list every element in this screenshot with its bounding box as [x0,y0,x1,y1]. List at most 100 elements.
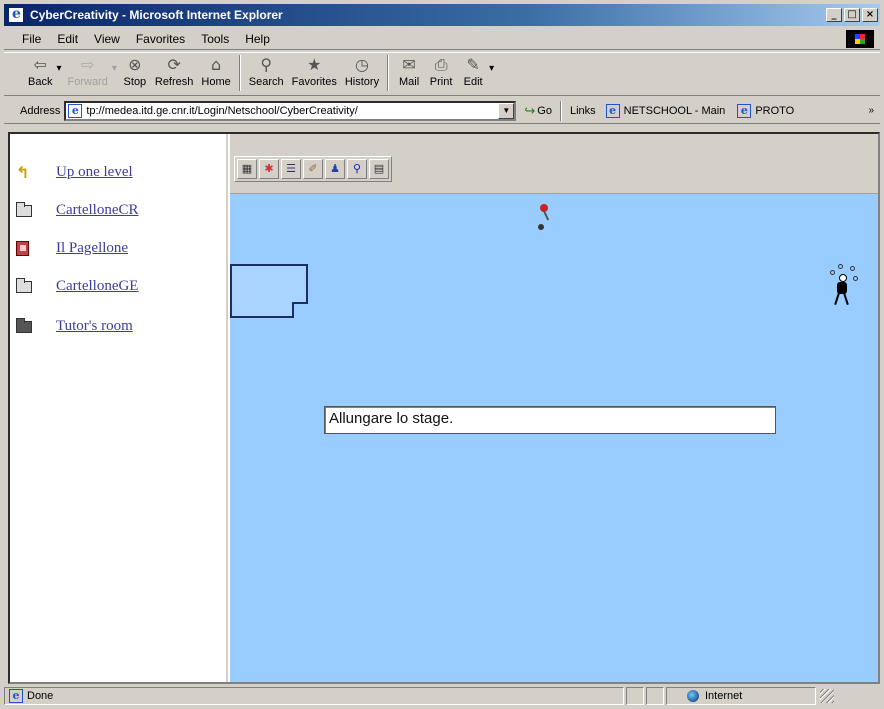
address-url[interactable]: tp://medea.itd.ge.cnr.it/Login/Netschool… [86,105,498,117]
toolbar-separator [238,55,241,91]
nav-link[interactable]: CartelloneGE [56,278,138,295]
maximize-button[interactable]: □ [844,8,860,22]
folder-dark-icon [16,317,34,335]
refresh-button[interactable]: ⟳ Refresh [155,53,194,88]
address-input[interactable]: e tp://medea.itd.ge.cnr.it/Login/Netscho… [64,100,517,121]
link-netschool-main[interactable]: e NETSCHOOL - Main [604,103,726,118]
favorites-label: Favorites [291,76,337,88]
close-button[interactable]: × [862,8,878,22]
nav-item-cartellonecr[interactable]: CartelloneCR [16,201,139,219]
document-icon[interactable]: ▤ [369,159,389,179]
search-label: Search [248,76,284,88]
print-label: Print [429,76,453,88]
status-bar: e Done Internet [4,686,880,706]
print-icon: ⎙ [434,55,448,74]
forward-button[interactable]: ⇨ Forward [68,53,108,88]
ie-logo-icon [8,6,24,23]
link-label: PROTO [755,104,795,117]
links-separator [559,100,562,121]
nav-link[interactable]: Tutor's room [56,318,133,335]
people-icon[interactable]: ♟ [325,159,345,179]
zone-label: Internet [705,690,743,702]
back-button[interactable]: ⇦ Back [28,53,52,88]
toolbar-separator [387,55,390,91]
stop-label: Stop [123,76,147,88]
home-button[interactable]: ⌂ Home [201,53,230,88]
table-icon[interactable]: ▦ [237,159,257,179]
globe-icon [687,690,699,702]
edit-icon: ✎ [466,55,480,74]
edit-button[interactable]: ✎ Edit [461,53,485,88]
print-button[interactable]: ⎙ Print [429,53,453,88]
forward-label: Forward [67,76,108,88]
search-button[interactable]: ⚲ Search [249,53,284,88]
note-fold [292,302,308,318]
sticky-note-icon[interactable] [230,264,308,318]
status-text: Done [27,690,54,702]
juggler-icon[interactable] [826,262,860,312]
page-icon: e [68,103,83,118]
refresh-icon: ⟳ [167,55,181,74]
search-icon: ⚲ [260,55,273,74]
stop-icon: ⊗ [128,55,142,74]
nav-item-tutors-room[interactable]: Tutor's room [16,317,133,335]
links-overflow-icon[interactable]: » [868,105,874,116]
mail-button[interactable]: ✉ Mail [397,53,421,88]
favorites-icon: ★ [307,55,322,74]
menu-file[interactable]: File [14,32,49,46]
minimize-button[interactable]: _ [826,8,842,22]
address-label: Address [20,104,61,117]
favorites-button[interactable]: ★ Favorites [292,53,337,88]
page-icon: e [9,689,23,703]
link-label: NETSCHOOL - Main [623,104,726,117]
nav-link[interactable]: Up one level [56,164,133,181]
forward-dropdown[interactable]: ▾ [112,53,117,74]
menu-bar: File Edit View Favorites Tools Help [4,28,880,50]
paint-icon[interactable]: ✱ [259,159,279,179]
list-icon[interactable]: ☰ [281,159,301,179]
security-zone-panel: Internet [666,687,816,705]
back-dropdown[interactable]: ▾ [56,53,61,74]
home-icon: ⌂ [211,55,222,74]
forward-arrow-icon: ⇨ [80,55,95,74]
edit-dropdown[interactable]: ▾ [489,53,494,74]
page-icon: e [737,103,752,118]
edit-label: Edit [463,76,483,88]
status-panel [646,687,664,705]
navigation-frame: ↰ Up one level CartelloneCR Il Pagellone… [10,134,228,682]
links-label[interactable]: Links [570,105,596,117]
nav-item-cartellonege[interactable]: CartelloneGE [16,277,138,295]
pushpin-icon[interactable] [536,204,550,232]
status-text-panel: e Done [4,687,624,705]
menu-favorites[interactable]: Favorites [128,32,193,46]
folder-icon [16,201,34,219]
history-icon: ◷ [354,55,369,74]
menu-edit[interactable]: Edit [49,32,86,46]
address-dropdown-button[interactable]: ▼ [498,102,515,119]
menu-help[interactable]: Help [237,32,278,46]
title-bar[interactable]: CyberCreativity - Microsoft Internet Exp… [4,4,880,26]
window-title: CyberCreativity - Microsoft Internet Exp… [30,8,283,22]
up-arrow-icon: ↰ [16,162,30,182]
nav-item-il-pagellone[interactable]: Il Pagellone [16,240,128,257]
window-controls: _ □ × [826,8,878,22]
home-label: Home [201,76,231,88]
nav-link[interactable]: Il Pagellone [56,240,128,257]
go-button[interactable]: ↪ Go [524,103,552,119]
refresh-label: Refresh [154,76,194,88]
book-icon [16,240,34,257]
history-button[interactable]: ◷ History [345,53,379,88]
menu-tools[interactable]: Tools [193,32,237,46]
nav-item-up-one-level[interactable]: ↰ Up one level [16,164,133,181]
magnifier-icon[interactable]: ⚲ [347,159,367,179]
resize-grip[interactable] [820,689,834,703]
stop-button[interactable]: ⊗ Stop [123,53,147,88]
mail-label: Mail [399,76,420,88]
workspace-frame: ▦ ✱ ☰ ✐ ♟ ⚲ ▤ Allungare lo stage. [230,134,878,682]
workspace-toolbar: ▦ ✱ ☰ ✐ ♟ ⚲ ▤ [230,134,878,194]
message-text-field[interactable]: Allungare lo stage. [324,406,776,434]
note-edit-icon[interactable]: ✐ [303,159,323,179]
nav-link[interactable]: CartelloneCR [56,202,139,219]
link-proto[interactable]: e PROTO [735,103,795,118]
menu-view[interactable]: View [86,32,128,46]
